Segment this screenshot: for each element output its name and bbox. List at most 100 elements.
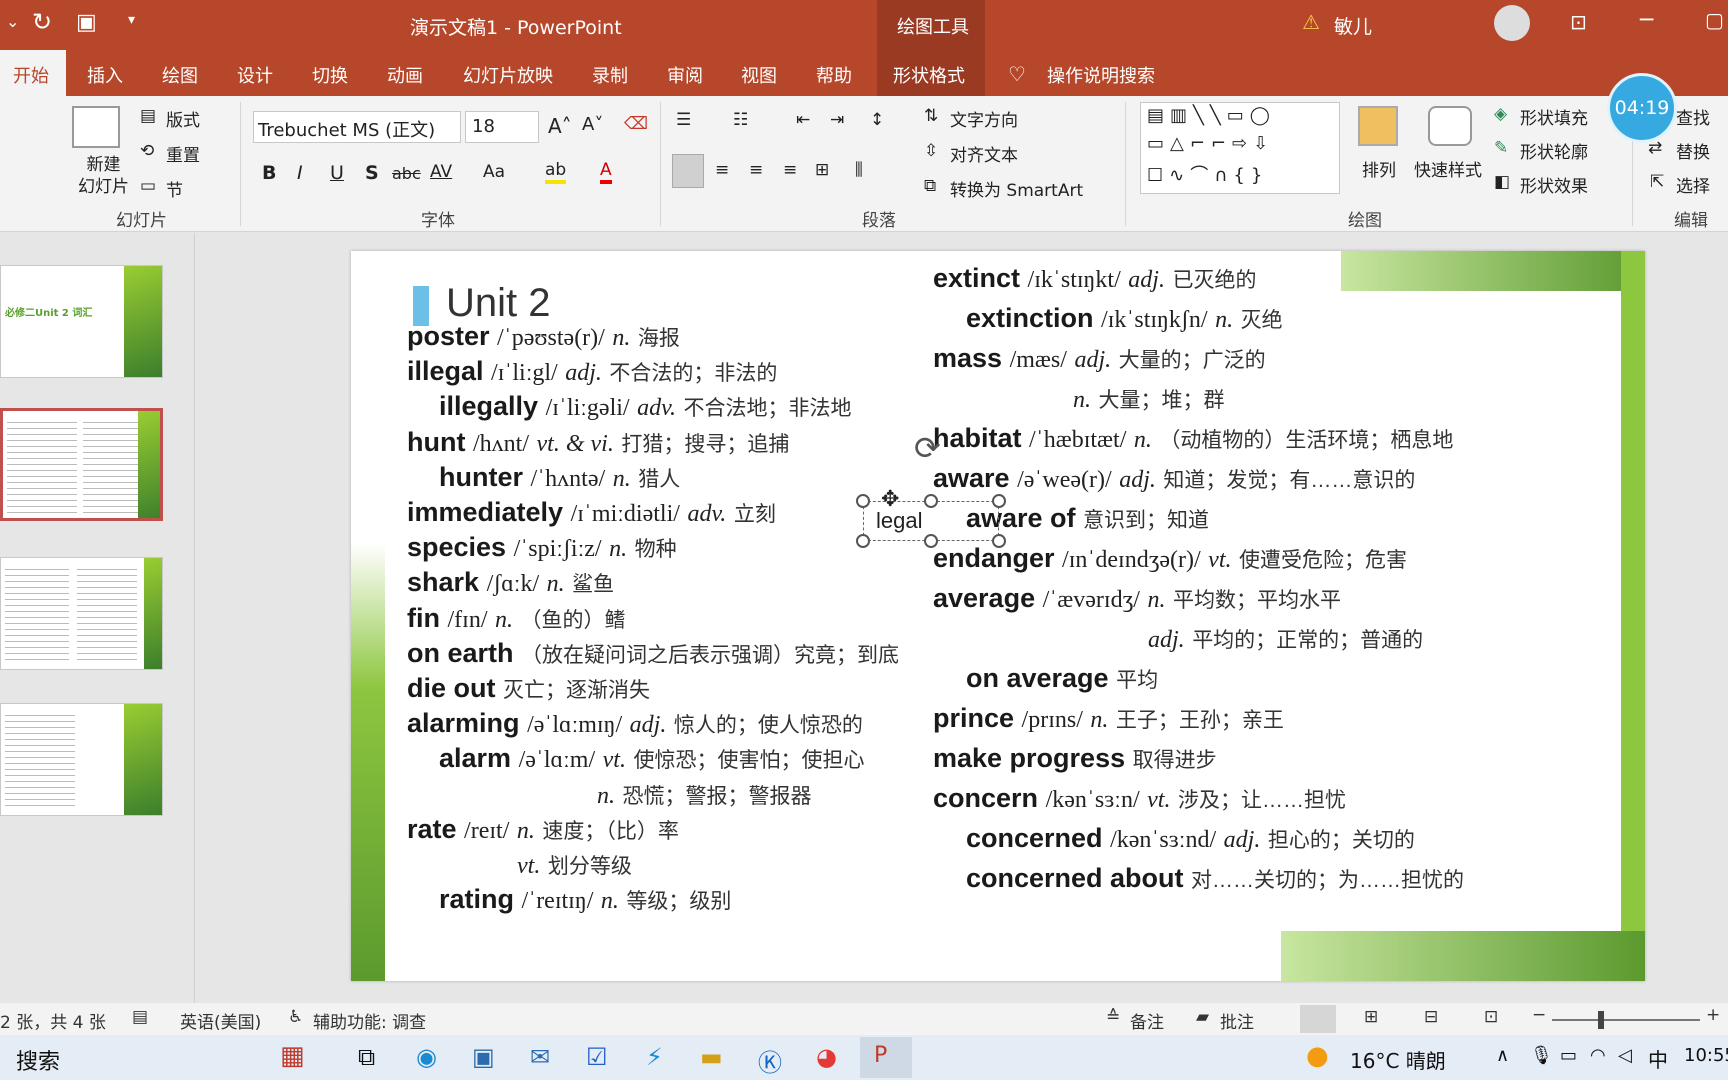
zoom-in-icon[interactable]: +	[1706, 1005, 1720, 1025]
tab-record[interactable]: 录制	[592, 62, 628, 88]
convert-smartart-button[interactable]: 转换为 SmartArt	[950, 176, 1083, 201]
tab-review[interactable]: 审阅	[667, 62, 703, 88]
arrange-button[interactable]: 排列	[1362, 156, 1396, 181]
shape-effects-button[interactable]: 形状效果	[1520, 172, 1588, 197]
tab-insert[interactable]: 插入	[87, 62, 123, 88]
slide-thumbnail-3[interactable]	[0, 557, 163, 670]
tab-view[interactable]: 视图	[741, 62, 777, 88]
reset-button[interactable]: 重置	[166, 141, 200, 166]
clear-format-icon[interactable]: ⌫	[624, 114, 648, 134]
zoom-slider-thumb[interactable]	[1598, 1011, 1604, 1029]
resize-handle-tl[interactable]	[856, 494, 870, 508]
font-size-dropdown[interactable]: 18	[465, 111, 539, 143]
tab-home[interactable]: 开始	[13, 62, 49, 88]
layout-button[interactable]: 版式	[166, 106, 200, 131]
shapes-gallery[interactable]: ▤▥╲╲▭◯ ▭△⌐⌐⇨⇩ ☐∿⌒∩{}	[1140, 102, 1340, 194]
weather-text[interactable]: 16°C 晴朗	[1350, 1045, 1446, 1074]
font-name-dropdown[interactable]: Trebuchet MS (正文)	[253, 111, 461, 143]
clock[interactable]: 10:55	[1684, 1045, 1728, 1066]
tab-slideshow[interactable]: 幻灯片放映	[463, 62, 553, 88]
resize-handle-t[interactable]	[924, 494, 938, 508]
accessibility-status[interactable]: 辅助功能: 调查	[313, 1008, 426, 1033]
ime-indicator[interactable]: 中	[1648, 1044, 1668, 1073]
align-text-button[interactable]: 对齐文本	[950, 141, 1018, 166]
bullets-icon[interactable]: ☰	[676, 110, 691, 130]
slide-thumbnail-4[interactable]	[0, 703, 163, 816]
customize-qat-icon[interactable]: ▾	[128, 12, 135, 28]
find-button[interactable]: 查找	[1676, 104, 1710, 129]
columns-icon[interactable]: ⫼	[855, 160, 863, 180]
quick-styles-button[interactable]: 快速样式	[1414, 156, 1482, 181]
battery-icon[interactable]: ▭	[1560, 1045, 1577, 1066]
align-left-button[interactable]	[672, 154, 704, 188]
increase-indent-icon[interactable]: ⇥	[830, 110, 844, 130]
user-name[interactable]: 敏儿	[1334, 12, 1372, 39]
volume-icon[interactable]: ◁	[1618, 1045, 1632, 1066]
align-center-icon[interactable]: ≡	[715, 160, 729, 180]
slide-canvas[interactable]: Unit 2 poster /ˈpəʊstə(r)/ n. 海报 illegal…	[351, 251, 1645, 981]
notes-button[interactable]: 备注	[1130, 1008, 1164, 1033]
slideshow-view-icon[interactable]: ⊡	[1484, 1007, 1498, 1027]
wifi-icon[interactable]: ◠	[1590, 1045, 1606, 1066]
grow-font-icon[interactable]: A˄	[548, 114, 572, 138]
shape-outline-button[interactable]: 形状轮廓	[1520, 138, 1588, 163]
tell-me-search[interactable]: 操作说明搜索	[1047, 62, 1155, 88]
char-spacing-button[interactable]: AV	[430, 162, 452, 182]
decrease-indent-icon[interactable]: ⇤	[796, 110, 810, 130]
tab-transitions[interactable]: 切换	[312, 62, 348, 88]
tasks-icon[interactable]: ☑	[586, 1043, 608, 1071]
resize-handle-bl[interactable]	[856, 534, 870, 548]
tab-shape-format[interactable]: 形状格式	[893, 62, 965, 88]
tab-animations[interactable]: 动画	[387, 62, 423, 88]
align-right-icon[interactable]: ≡	[749, 160, 763, 180]
shape-fill-button[interactable]: 形状填充	[1520, 104, 1588, 129]
slide-sorter-icon[interactable]: ⊞	[1364, 1007, 1378, 1027]
slide-thumbnail-1[interactable]: 必修二Unit 2 词汇	[0, 265, 163, 378]
line-spacing-icon[interactable]: ↕	[870, 110, 884, 130]
text-direction-button[interactable]: 文字方向	[950, 106, 1018, 131]
justify-icon[interactable]: ≡	[783, 160, 797, 180]
present-icon[interactable]: ▣	[76, 10, 97, 35]
tab-design[interactable]: 设计	[237, 62, 273, 88]
zoom-slider[interactable]	[1552, 1019, 1700, 1021]
font-color-button[interactable]: A	[600, 160, 612, 184]
zoom-out-icon[interactable]: −	[1532, 1005, 1546, 1025]
k-app-icon[interactable]: Ⓚ	[758, 1043, 782, 1078]
store-icon[interactable]: ▣	[472, 1043, 495, 1071]
mic-icon[interactable]: 🎙	[1530, 1045, 1553, 1066]
resize-handle-br[interactable]	[992, 534, 1006, 548]
new-slide-icon[interactable]	[72, 106, 120, 148]
restore-icon[interactable]: ▢	[1705, 8, 1724, 32]
timer-bubble[interactable]: 04:19	[1607, 73, 1677, 143]
app-icon[interactable]: ⚡	[646, 1043, 663, 1071]
spellcheck-icon[interactable]: ▤	[132, 1007, 148, 1027]
redo-icon[interactable]: ↻	[32, 8, 52, 36]
italic-button[interactable]: I	[297, 162, 303, 184]
chrome-icon[interactable]: ◕	[816, 1043, 837, 1071]
mail-icon[interactable]: ✉	[530, 1043, 550, 1071]
bold-button[interactable]: B	[262, 162, 276, 184]
normal-view-button[interactable]	[1300, 1005, 1336, 1033]
distributed-icon[interactable]: ⊞	[815, 160, 829, 180]
language-indicator[interactable]: 英语(美国)	[180, 1008, 261, 1033]
resize-handle-b[interactable]	[924, 534, 938, 548]
reading-view-icon[interactable]: ⊟	[1424, 1007, 1438, 1027]
powerpoint-taskbar-active[interactable]: P	[860, 1037, 912, 1078]
highlight-button[interactable]: ab	[545, 160, 567, 184]
select-button[interactable]: 选择	[1676, 172, 1710, 197]
replace-button[interactable]: 替换	[1676, 138, 1710, 163]
resize-handle-tr[interactable]	[992, 494, 1006, 508]
change-case-button[interactable]: Aa	[483, 162, 505, 182]
new-slide-button[interactable]: 新建 幻灯片	[78, 154, 129, 198]
edge-icon[interactable]: ◉	[416, 1043, 437, 1071]
warning-icon[interactable]: ⚠	[1302, 10, 1320, 34]
tab-draw[interactable]: 绘图	[162, 62, 198, 88]
taskbar-search[interactable]: 搜索	[16, 1044, 60, 1076]
avatar[interactable]	[1494, 5, 1530, 41]
strikethrough-button[interactable]: abc	[392, 164, 421, 183]
rotate-handle-icon[interactable]: ⟳	[914, 429, 941, 467]
tray-chevron-icon[interactable]: ∧	[1496, 1045, 1509, 1066]
shrink-font-icon[interactable]: A˅	[582, 114, 603, 135]
task-view-icon[interactable]: ⧉	[358, 1043, 375, 1071]
file-explorer-icon[interactable]: ▬	[700, 1043, 723, 1071]
